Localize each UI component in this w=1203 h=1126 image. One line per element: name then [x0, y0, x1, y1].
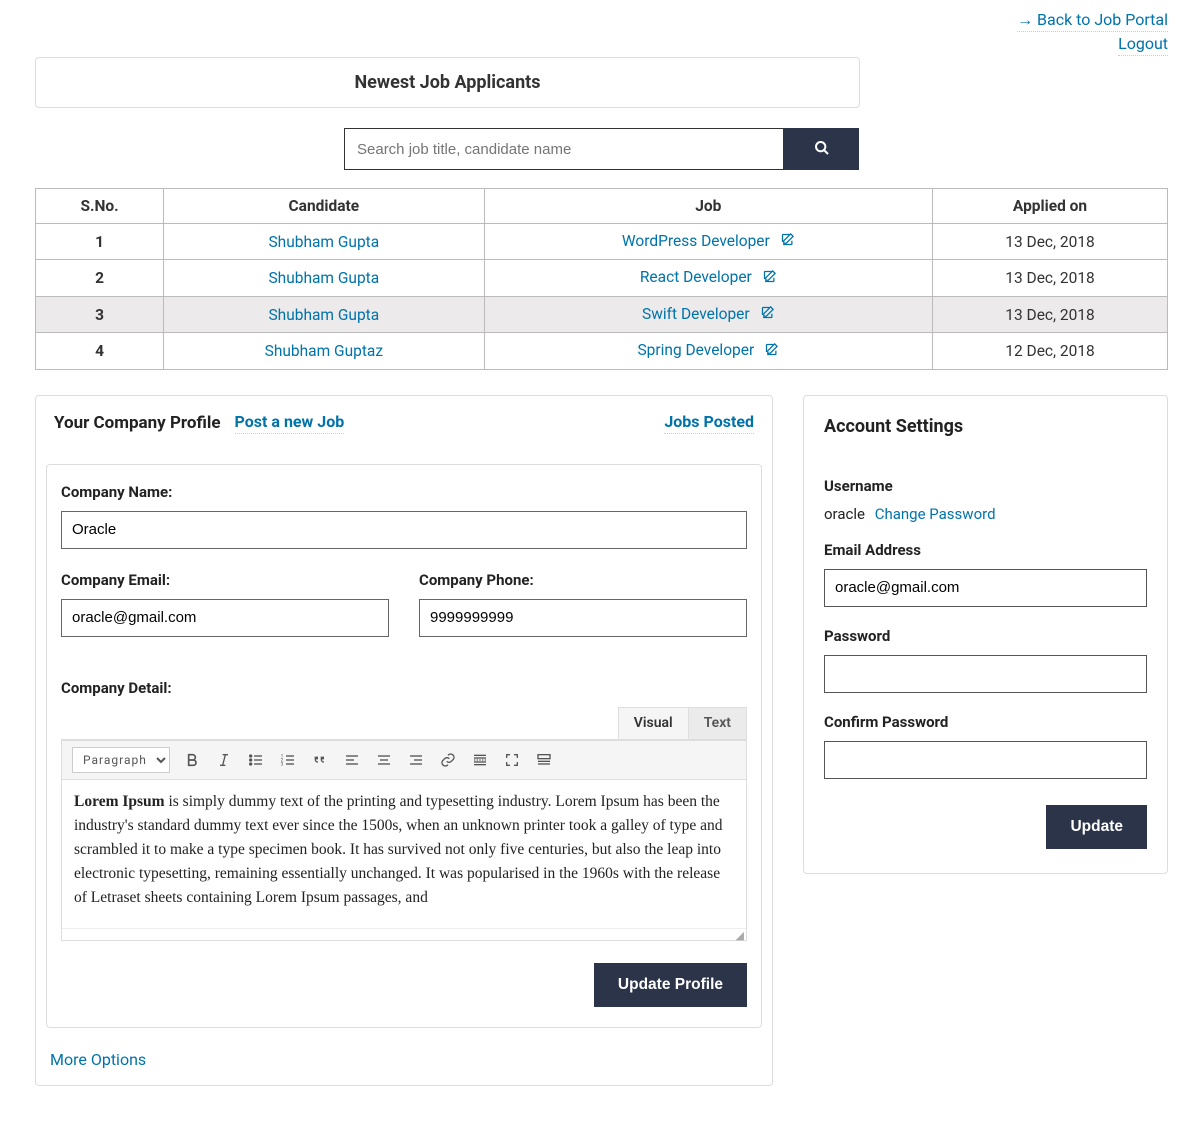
- table-row: 2 Shubham Gupta React Developer 13 Dec, 20…: [36, 260, 1168, 296]
- search-icon: [814, 140, 830, 159]
- editor-text-strong: Lorem Ipsum: [74, 793, 165, 810]
- account-settings-title: Account Settings: [824, 416, 1147, 437]
- italic-icon[interactable]: [214, 750, 234, 770]
- email-label: Email Address: [824, 541, 1147, 559]
- editor-toolbar: Paragraph 123: [62, 740, 746, 780]
- svg-text:3: 3: [281, 761, 284, 767]
- post-new-job-link[interactable]: Post a new Job: [235, 412, 345, 434]
- candidate-link[interactable]: Shubham Gupta: [268, 233, 379, 251]
- candidate-link[interactable]: Shubham Guptaz: [265, 342, 383, 360]
- read-more-icon[interactable]: [470, 750, 490, 770]
- edit-icon[interactable]: [760, 305, 775, 324]
- account-email-input[interactable]: [824, 569, 1147, 607]
- account-settings-card: Account Settings Username oracle Change …: [803, 395, 1168, 874]
- job-link[interactable]: Spring Developer: [637, 341, 754, 359]
- cell-sno: 2: [36, 260, 164, 296]
- profile-card-header: Your Company Profile Post a new Job Jobs…: [36, 396, 772, 450]
- candidate-link[interactable]: Shubham Gupta: [268, 269, 379, 287]
- paragraph-select[interactable]: Paragraph: [72, 747, 170, 773]
- table-row: 3 Shubham Gupta Swift Developer 13 Dec, 20…: [36, 296, 1168, 332]
- cell-sno: 1: [36, 224, 164, 260]
- username-value-row: oracle Change Password: [824, 505, 1147, 523]
- logout-link[interactable]: Logout: [1118, 34, 1168, 56]
- cell-sno: 4: [36, 333, 164, 369]
- align-left-icon[interactable]: [342, 750, 362, 770]
- company-detail-label: Company Detail:: [61, 679, 747, 697]
- col-sno: S.No.: [36, 189, 164, 224]
- job-link[interactable]: Swift Developer: [642, 305, 750, 323]
- edit-icon[interactable]: [780, 232, 795, 251]
- search-button[interactable]: [784, 128, 859, 170]
- cell-candidate: Shubham Gupta: [164, 260, 484, 296]
- candidate-link[interactable]: Shubham Gupta: [268, 306, 379, 324]
- account-confirm-password-input[interactable]: [824, 741, 1147, 779]
- table-header-row: S.No. Candidate Job Applied on: [36, 189, 1168, 224]
- cell-applied: 13 Dec, 2018: [933, 296, 1168, 332]
- company-profile-card: Your Company Profile Post a new Job Jobs…: [35, 395, 773, 1086]
- editor-tabs: Visual Text: [61, 707, 747, 739]
- toolbar-toggle-icon[interactable]: [534, 750, 554, 770]
- company-email-input[interactable]: [61, 599, 389, 637]
- job-link[interactable]: React Developer: [640, 268, 752, 286]
- account-password-input[interactable]: [824, 655, 1147, 693]
- profile-form: Company Name: Company Email: Company Pho…: [46, 464, 762, 1028]
- editor-text-rest: is simply dummy text of the printing and…: [74, 793, 722, 906]
- align-center-icon[interactable]: [374, 750, 394, 770]
- editor-body[interactable]: Lorem Ipsum is simply dummy text of the …: [62, 780, 746, 928]
- cell-candidate: Shubham Gupta: [164, 296, 484, 332]
- company-name-label: Company Name:: [61, 483, 747, 501]
- cell-applied: 13 Dec, 2018: [933, 224, 1168, 260]
- table-row: 4 Shubham Guptaz Spring Developer 12 Dec, …: [36, 333, 1168, 369]
- job-link[interactable]: WordPress Developer: [622, 232, 770, 250]
- editor-container: Visual Text Paragraph 123: [61, 707, 747, 941]
- bold-icon[interactable]: [182, 750, 202, 770]
- align-right-icon[interactable]: [406, 750, 426, 770]
- cell-job: React Developer: [484, 260, 933, 296]
- top-links: → Back to Job Portal Logout: [35, 10, 1168, 53]
- company-name-input[interactable]: [61, 511, 747, 549]
- search-input[interactable]: [344, 128, 784, 170]
- edit-icon[interactable]: [762, 269, 777, 288]
- numbered-list-icon[interactable]: 123: [278, 750, 298, 770]
- company-email-label: Company Email:: [61, 571, 389, 589]
- panel-title: Newest Job Applicants: [36, 58, 859, 107]
- cell-job: WordPress Developer: [484, 224, 933, 260]
- applicants-table: S.No. Candidate Job Applied on 1 Shubham …: [35, 188, 1168, 370]
- jobs-posted-link[interactable]: Jobs Posted: [664, 412, 754, 434]
- cell-candidate: Shubham Guptaz: [164, 333, 484, 369]
- cell-applied: 13 Dec, 2018: [933, 260, 1168, 296]
- blockquote-icon[interactable]: [310, 750, 330, 770]
- tab-visual[interactable]: Visual: [618, 707, 689, 739]
- tab-text[interactable]: Text: [688, 707, 747, 739]
- username-label: Username: [824, 477, 1147, 495]
- more-options-link[interactable]: More Options: [50, 1050, 146, 1069]
- change-password-link[interactable]: Change Password: [875, 505, 996, 523]
- col-applied: Applied on: [933, 189, 1168, 224]
- update-profile-button[interactable]: Update Profile: [594, 963, 747, 1007]
- link-icon[interactable]: [438, 750, 458, 770]
- company-phone-input[interactable]: [419, 599, 747, 637]
- back-to-portal-link[interactable]: → Back to Job Portal: [1017, 10, 1168, 32]
- editor-resize-handle[interactable]: ◢: [62, 928, 746, 940]
- bullet-list-icon[interactable]: [246, 750, 266, 770]
- search-wrap: [35, 128, 1168, 170]
- newest-applicants-panel: Newest Job Applicants: [35, 57, 860, 108]
- edit-icon[interactable]: [764, 342, 779, 361]
- table-row: 1 Shubham Gupta WordPress Developer 13 Dec…: [36, 224, 1168, 260]
- profile-title: Your Company Profile: [54, 413, 221, 433]
- cell-candidate: Shubham Gupta: [164, 224, 484, 260]
- cell-job: Spring Developer: [484, 333, 933, 369]
- confirm-password-label: Confirm Password: [824, 713, 1147, 731]
- cell-sno: 3: [36, 296, 164, 332]
- company-phone-label: Company Phone:: [419, 571, 747, 589]
- cell-applied: 12 Dec, 2018: [933, 333, 1168, 369]
- cell-job: Swift Developer: [484, 296, 933, 332]
- username-value: oracle: [824, 505, 865, 523]
- col-candidate: Candidate: [164, 189, 484, 224]
- password-label: Password: [824, 627, 1147, 645]
- account-update-button[interactable]: Update: [1046, 805, 1147, 849]
- col-job: Job: [484, 189, 933, 224]
- fullscreen-icon[interactable]: [502, 750, 522, 770]
